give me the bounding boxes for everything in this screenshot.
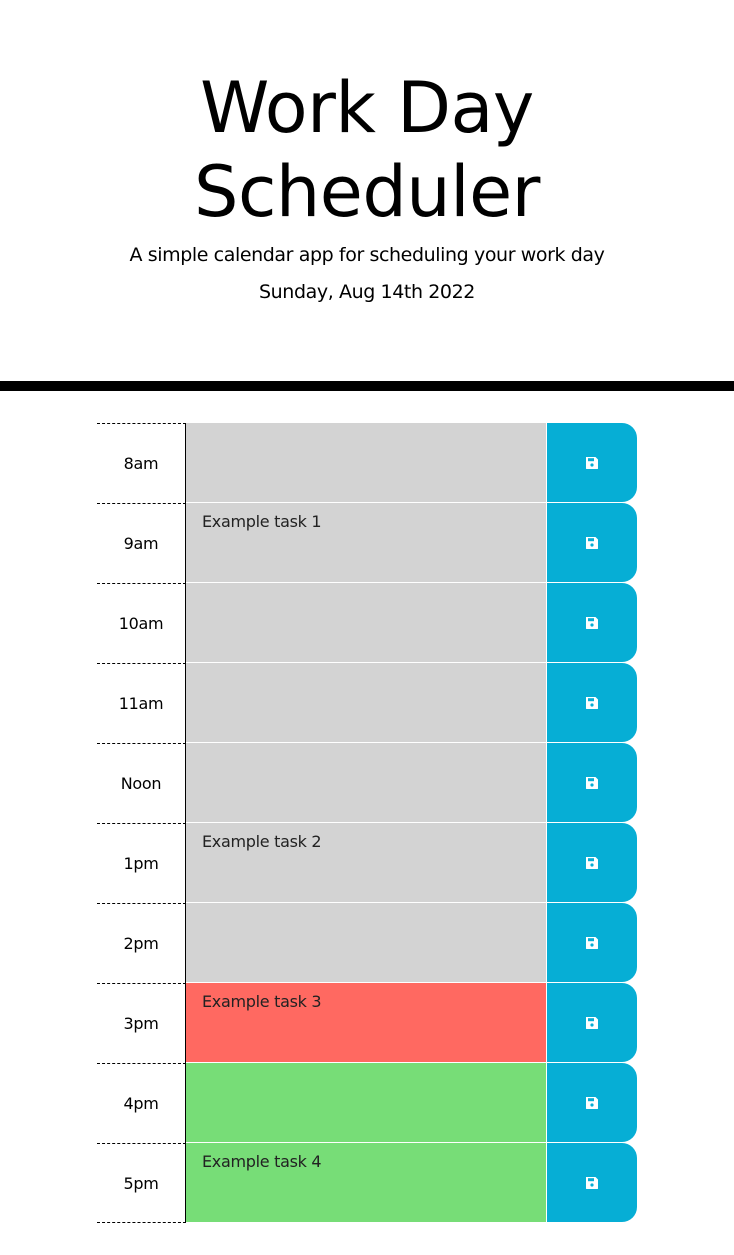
time-block-11am: 11am [97, 663, 637, 743]
task-description[interactable] [186, 1063, 546, 1143]
page-subtitle: A simple calendar app for scheduling you… [129, 244, 605, 266]
save-button[interactable] [547, 503, 637, 582]
save-button[interactable] [547, 903, 637, 982]
time-block-10am: 10am [97, 583, 637, 663]
floppy-disk-icon [586, 616, 598, 629]
task-description[interactable]: Example task 3 [186, 983, 546, 1063]
schedule-container: 8am 9am Example task 1 10am 11am Noon 1p… [97, 423, 637, 1223]
task-description[interactable] [186, 903, 546, 983]
save-button[interactable] [547, 663, 637, 742]
floppy-disk-icon [586, 1016, 598, 1029]
floppy-disk-icon [586, 776, 598, 789]
hour-label: Noon [97, 743, 186, 823]
save-button[interactable] [547, 743, 637, 822]
task-description[interactable]: Example task 2 [186, 823, 546, 903]
page-header: Work Day Scheduler A simple calendar app… [0, 0, 734, 391]
floppy-disk-icon [586, 456, 598, 469]
hour-label: 2pm [97, 903, 186, 983]
hour-label: 8am [97, 423, 186, 503]
save-button[interactable] [547, 983, 637, 1062]
current-day: Sunday, Aug 14th 2022 [259, 281, 475, 303]
floppy-disk-icon [586, 856, 598, 869]
hour-label: 5pm [97, 1143, 186, 1223]
save-button[interactable] [547, 1143, 637, 1222]
task-description[interactable] [186, 423, 546, 503]
time-block-3pm: 3pm Example task 3 [97, 983, 637, 1063]
floppy-disk-icon [586, 1096, 598, 1109]
time-block-2pm: 2pm [97, 903, 637, 983]
task-description[interactable]: Example task 4 [186, 1143, 546, 1223]
save-button[interactable] [547, 583, 637, 662]
floppy-disk-icon [586, 1176, 598, 1189]
task-description[interactable] [186, 583, 546, 663]
floppy-disk-icon [586, 936, 598, 949]
save-button[interactable] [547, 823, 637, 902]
save-button[interactable] [547, 423, 637, 502]
task-description[interactable]: Example task 1 [186, 503, 546, 583]
floppy-disk-icon [586, 696, 598, 709]
floppy-disk-icon [586, 536, 598, 549]
hour-label: 11am [97, 663, 186, 743]
hour-label: 4pm [97, 1063, 186, 1143]
time-block-1pm: 1pm Example task 2 [97, 823, 637, 903]
task-description[interactable] [186, 663, 546, 743]
time-block-noon: Noon [97, 743, 637, 823]
task-description[interactable] [186, 743, 546, 823]
save-button[interactable] [547, 1063, 637, 1142]
time-block-5pm: 5pm Example task 4 [97, 1143, 637, 1223]
time-block-8am: 8am [97, 423, 637, 503]
page-title: Work Day Scheduler [194, 67, 540, 233]
hour-label: 10am [97, 583, 186, 663]
hour-label: 1pm [97, 823, 186, 903]
hour-label: 9am [97, 503, 186, 583]
time-block-4pm: 4pm [97, 1063, 637, 1143]
hour-label: 3pm [97, 983, 186, 1063]
time-block-9am: 9am Example task 1 [97, 503, 637, 583]
